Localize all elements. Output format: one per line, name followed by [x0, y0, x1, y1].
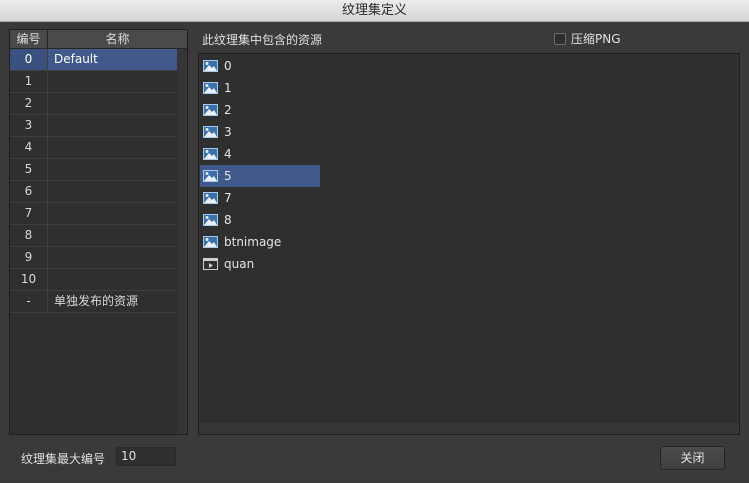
list-item[interactable]: quan: [200, 253, 320, 275]
image-icon: [203, 192, 218, 204]
atlas-table-header: 编号 名称: [10, 30, 187, 49]
row-name: [48, 225, 177, 246]
row-num: 5: [10, 159, 48, 180]
list-item[interactable]: 3: [200, 121, 320, 143]
list-item-label: 5: [224, 169, 232, 183]
list-item-label: 2: [224, 103, 232, 117]
list-item[interactable]: 2: [200, 99, 320, 121]
resource-list-panel: 0 1 2 3 4 5 7 8 btnimage quan: [198, 53, 740, 435]
table-row[interactable]: 2: [10, 93, 177, 115]
row-name: [48, 93, 177, 114]
atlas-rows: 0 Default 1 2 3 4 5 6 7 8 9 10- 单独发布的资源: [10, 49, 177, 313]
resource-list: 0 1 2 3 4 5 7 8 btnimage quan: [200, 55, 320, 275]
row-name: [48, 137, 177, 158]
row-name: Default: [48, 49, 177, 70]
resources-label: 此纹理集中包含的资源: [202, 33, 323, 47]
table-row[interactable]: 5: [10, 159, 177, 181]
max-index-input[interactable]: 10: [116, 447, 176, 466]
close-button[interactable]: 关闭: [660, 446, 725, 470]
compress-png-toggle[interactable]: 压缩PNG: [554, 30, 621, 47]
image-icon: [203, 126, 218, 138]
list-item-label: 7: [224, 191, 232, 205]
row-num: -: [10, 291, 48, 312]
row-num: 1: [10, 71, 48, 92]
image-icon: [203, 60, 218, 72]
table-row[interactable]: - 单独发布的资源: [10, 291, 177, 313]
movieclip-icon: [203, 258, 218, 270]
list-item[interactable]: 7: [200, 187, 320, 209]
table-row[interactable]: 4: [10, 137, 177, 159]
row-num: 4: [10, 137, 48, 158]
row-num: 7: [10, 203, 48, 224]
row-name: [48, 115, 177, 136]
list-item[interactable]: 5: [200, 165, 320, 187]
atlas-table: 编号 名称 0 Default 1 2 3 4 5 6 7 8 9 10- 单独发布的资源: [9, 29, 188, 435]
image-icon: [203, 148, 218, 160]
list-item-label: 3: [224, 125, 232, 139]
list-item-label: 8: [224, 213, 232, 227]
row-num: 3: [10, 115, 48, 136]
row-num: 8: [10, 225, 48, 246]
row-name: [48, 269, 177, 290]
row-num: 0: [10, 49, 48, 70]
table-row[interactable]: 9: [10, 247, 177, 269]
list-item[interactable]: 8: [200, 209, 320, 231]
list-item[interactable]: 0: [200, 55, 320, 77]
row-name: [48, 159, 177, 180]
max-index-label: 纹理集最大编号: [21, 452, 106, 466]
table-row[interactable]: 3: [10, 115, 177, 137]
table-row[interactable]: 10: [10, 269, 177, 291]
table-row[interactable]: 1: [10, 71, 177, 93]
image-icon: [203, 170, 218, 182]
row-num: 2: [10, 93, 48, 114]
column-header-name[interactable]: 名称: [48, 30, 187, 48]
image-icon: [203, 236, 218, 248]
list-item-label: 1: [224, 81, 232, 95]
table-row[interactable]: 6: [10, 181, 177, 203]
compress-png-label: 压缩PNG: [571, 32, 621, 46]
atlas-table-scrollbar[interactable]: [177, 49, 187, 434]
table-row[interactable]: 8: [10, 225, 177, 247]
image-icon: [203, 82, 218, 94]
list-item-label: 4: [224, 147, 232, 161]
list-item[interactable]: 1: [200, 77, 320, 99]
row-name: [48, 71, 177, 92]
resource-list-hscrollbar[interactable]: [199, 421, 739, 434]
list-item-label: quan: [224, 257, 255, 271]
table-row[interactable]: 7: [10, 203, 177, 225]
list-item[interactable]: 4: [200, 143, 320, 165]
compress-png-checkbox[interactable]: [554, 32, 566, 45]
row-num: 9: [10, 247, 48, 268]
row-name: [48, 203, 177, 224]
image-icon: [203, 214, 218, 226]
row-num: 10: [10, 269, 48, 290]
table-row[interactable]: 0 Default: [10, 49, 177, 71]
list-item-label: btnimage: [224, 235, 282, 249]
list-item[interactable]: btnimage: [200, 231, 320, 253]
row-num: 6: [10, 181, 48, 202]
window-title: 纹理集定义: [0, 0, 749, 22]
row-name: [48, 181, 177, 202]
row-name: 单独发布的资源: [54, 294, 139, 308]
list-item-label: 0: [224, 59, 232, 73]
image-icon: [203, 104, 218, 116]
column-header-num[interactable]: 编号: [10, 30, 48, 48]
row-name: [48, 247, 177, 268]
